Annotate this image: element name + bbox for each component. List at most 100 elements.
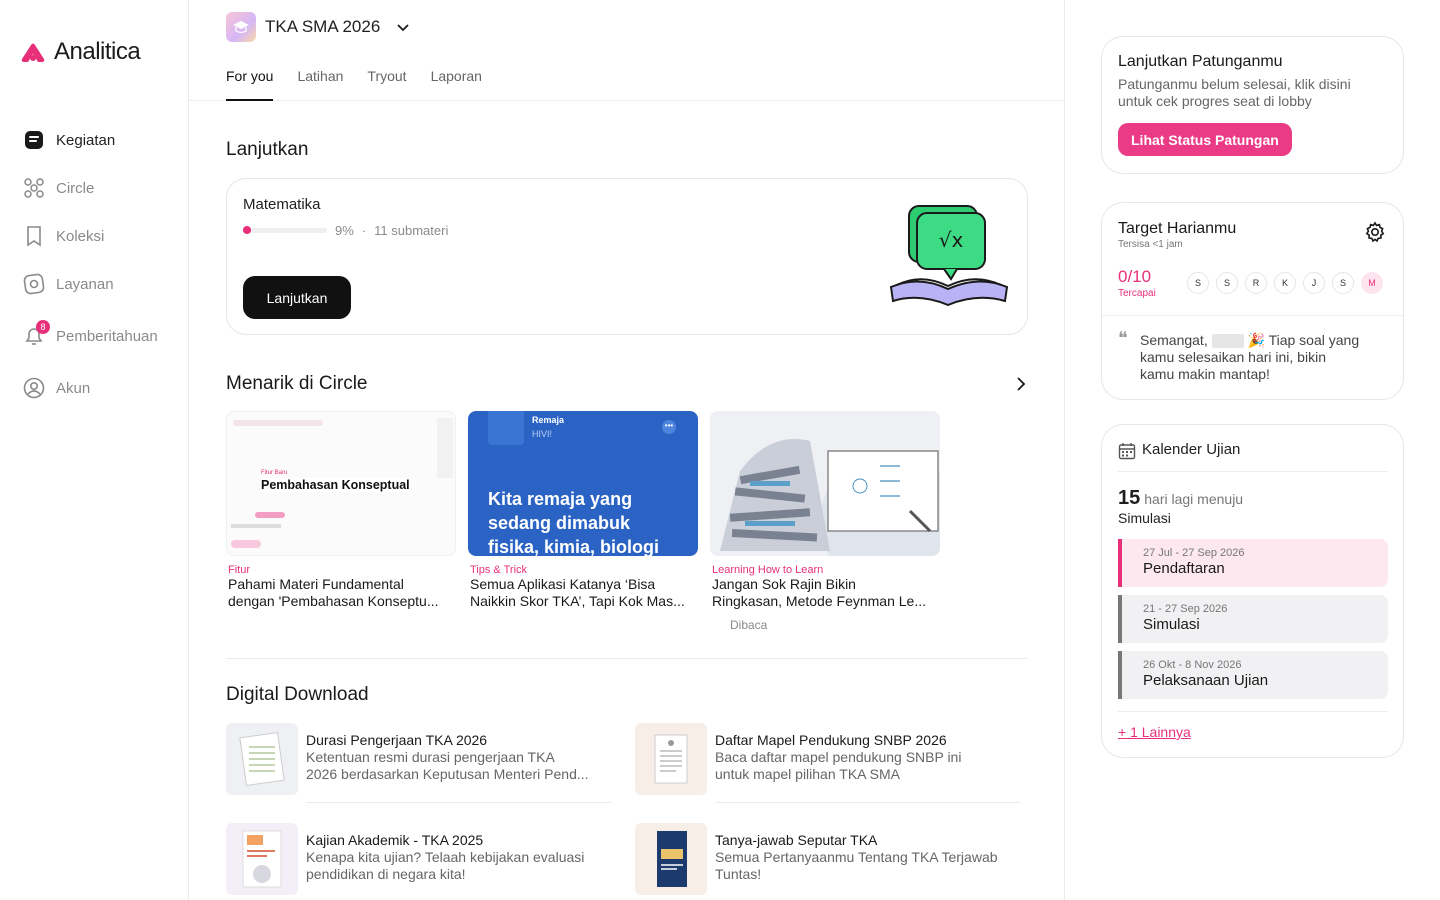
download-title: Daftar Mapel Pendukung SNBP 2026 bbox=[715, 732, 947, 748]
document-thumbnail bbox=[635, 823, 707, 895]
day-circle: R bbox=[1245, 272, 1267, 294]
phase-name: Pendaftaran bbox=[1143, 560, 1225, 577]
exam-calendar-card: Kalender Ujian 15 hari lagi menuju Simul… bbox=[1101, 424, 1404, 758]
download-item[interactable]: Tanya-jawab Seputar TKA Semua Pertanyaan… bbox=[635, 823, 1021, 895]
circle-card[interactable]: Remaja HIVI! ••• Kita remaja yang sedang… bbox=[468, 411, 698, 632]
circle-card[interactable]: Fitur Baru Pembahasan Konseptual Fitur P… bbox=[226, 411, 456, 632]
sidebar-item-circle[interactable]: Circle bbox=[22, 164, 158, 212]
download-item[interactable]: Durasi Pengerjaan TKA 2026 Ketentuan res… bbox=[226, 723, 612, 803]
image-caption-small: HIVI! bbox=[532, 429, 553, 439]
day-circle: S bbox=[1187, 272, 1209, 294]
item-divider bbox=[715, 802, 1021, 803]
circle-card[interactable]: Learning How to Learn Jangan Sok Rajin B… bbox=[710, 411, 940, 632]
image-caption-small: Remaja bbox=[532, 415, 565, 425]
target-title: Target Harianmu bbox=[1118, 220, 1237, 237]
tab-tryout[interactable]: Tryout bbox=[367, 68, 406, 101]
gear-icon[interactable] bbox=[1364, 221, 1386, 243]
progress-percent: 9% bbox=[335, 223, 354, 238]
continue-button[interactable]: Lanjutkan bbox=[243, 276, 351, 319]
document-thumbnail bbox=[226, 823, 298, 895]
circle-card-tag: Fitur bbox=[228, 564, 250, 576]
circle-card-image: Fitur Baru Pembahasan Konseptual bbox=[226, 411, 456, 556]
download-title: Durasi Pengerjaan TKA 2026 bbox=[306, 732, 488, 748]
sidebar: Analitica Kegiatan Circle Koleksi Layana… bbox=[0, 0, 189, 900]
download-description: untuk mapel pilihan TKA SMA bbox=[715, 766, 900, 782]
download-item[interactable]: Daftar Mapel Pendukung SNBP 2026 Baca da… bbox=[635, 723, 1021, 803]
main-content: TKA SMA 2026 For you Latihan Tryout Lapo… bbox=[189, 0, 1065, 900]
target-value: 0/10 bbox=[1118, 267, 1152, 286]
circle-card-image bbox=[710, 411, 940, 556]
countdown-days: 15 bbox=[1118, 487, 1141, 509]
continue-card[interactable]: Matematika 9% · 11 submateri Lanjutkan √… bbox=[226, 178, 1028, 335]
image-caption-small: Fitur Baru bbox=[261, 470, 288, 476]
brand-name: Analitica bbox=[54, 38, 141, 65]
card-divider bbox=[1118, 471, 1388, 472]
books-whiteboard-illustration bbox=[720, 439, 940, 556]
phase-name: Simulasi bbox=[1143, 616, 1200, 633]
sidebar-item-akun[interactable]: Akun bbox=[22, 364, 158, 412]
download-item[interactable]: Kajian Akademik - TKA 2025 Kenapa kita u… bbox=[226, 823, 612, 895]
circle-cards: Fitur Baru Pembahasan Konseptual Fitur P… bbox=[226, 411, 940, 632]
phase-date: 26 Okt - 8 Nov 2026 bbox=[1143, 659, 1242, 671]
item-divider bbox=[306, 802, 612, 803]
target-value-label: Tercapai bbox=[1118, 288, 1156, 299]
patungan-description: Patunganmu belum selesai, klik disini bbox=[1118, 76, 1351, 92]
day-circle: K bbox=[1274, 272, 1296, 294]
program-thumbnail bbox=[226, 12, 256, 42]
tab-for-you[interactable]: For you bbox=[226, 68, 274, 101]
sidebar-item-label: Layanan bbox=[56, 275, 114, 293]
phase-name: Pelaksanaan Ujian bbox=[1143, 672, 1269, 689]
progress-bar bbox=[243, 226, 327, 234]
submateri-count: 11 submateri bbox=[374, 223, 449, 238]
phase-date: 21 - 27 Sep 2026 bbox=[1143, 603, 1228, 615]
brand-logo[interactable]: Analitica bbox=[18, 38, 141, 66]
sidebar-item-pemberitahuan[interactable]: 8 Pemberitahuan bbox=[22, 308, 158, 364]
math-book-illustration: √x bbox=[889, 205, 1009, 307]
download-description: pendidikan di negara kita! bbox=[306, 866, 466, 882]
day-circle: S bbox=[1216, 272, 1238, 294]
more-icon[interactable]: ••• bbox=[662, 420, 676, 434]
program-selector[interactable]: TKA SMA 2026 bbox=[226, 12, 411, 42]
quote-text: kamu makin mantap! bbox=[1140, 366, 1270, 382]
calendar-phase[interactable]: 27 Jul - 27 Sep 2026 Pendaftaran bbox=[1118, 539, 1388, 587]
download-description: Tuntas! bbox=[715, 866, 762, 882]
tab-laporan[interactable]: Laporan bbox=[431, 68, 482, 101]
week-days: S S R K J S M bbox=[1187, 272, 1383, 294]
calendar-phase[interactable]: 21 - 27 Sep 2026 Simulasi bbox=[1118, 595, 1388, 643]
countdown-text: hari lagi menuju bbox=[1144, 491, 1244, 507]
circle-card-tag: Tips & Trick bbox=[470, 564, 528, 576]
circle-card-tag: Learning How to Learn bbox=[712, 564, 824, 576]
program-title: TKA SMA 2026 bbox=[265, 17, 381, 36]
chevron-down-icon bbox=[397, 24, 409, 32]
subject-name: Matematika bbox=[243, 196, 321, 213]
svg-text:√x: √x bbox=[939, 228, 964, 252]
bell-icon: 8 bbox=[22, 320, 50, 348]
chevron-right-icon[interactable] bbox=[1011, 374, 1031, 394]
quote-text: Semangat, bbox=[1140, 332, 1208, 348]
tab-latihan[interactable]: Latihan bbox=[297, 68, 343, 101]
circle-card-title: Jangan Sok Rajin Bikin bbox=[712, 576, 856, 592]
patungan-title: Lanjutkan Patunganmu bbox=[1118, 53, 1283, 70]
circle-card-title: Naikkin Skor TKA’, Tapi Kok Mas... bbox=[470, 593, 685, 609]
image-caption: Kita remaja yang sedang dimabuk fisika, … bbox=[488, 489, 660, 556]
quote-text: Tiap soal yang bbox=[1268, 332, 1360, 348]
sidebar-item-kegiatan[interactable]: Kegiatan bbox=[22, 116, 158, 164]
calendar-phase[interactable]: 26 Okt - 8 Nov 2026 Pelaksanaan Ujian bbox=[1118, 651, 1388, 699]
user-icon bbox=[22, 376, 46, 400]
analitica-logo-icon bbox=[21, 43, 45, 62]
continue-section-title: Lanjutkan bbox=[226, 139, 309, 160]
card-divider bbox=[1102, 315, 1403, 316]
target-remaining: Tersisa <1 jam bbox=[1118, 239, 1183, 250]
progress-dot bbox=[243, 226, 251, 234]
circle-card-title: Ringkasan, Metode Feynman Le... bbox=[712, 593, 927, 609]
circle-section-title: Menarik di Circle bbox=[226, 373, 368, 394]
calendar-icon bbox=[1118, 443, 1136, 460]
read-status: Dibaca bbox=[730, 618, 768, 632]
patungan-status-button[interactable]: Lihat Status Patungan bbox=[1118, 123, 1292, 156]
sidebar-item-layanan[interactable]: Layanan bbox=[22, 260, 158, 308]
graduation-cap-icon bbox=[233, 21, 249, 34]
section-divider bbox=[226, 658, 1028, 659]
sidebar-item-koleksi[interactable]: Koleksi bbox=[22, 212, 158, 260]
bookmark-icon bbox=[22, 224, 46, 248]
more-phases-link[interactable]: + 1 Lainnya bbox=[1118, 724, 1191, 740]
